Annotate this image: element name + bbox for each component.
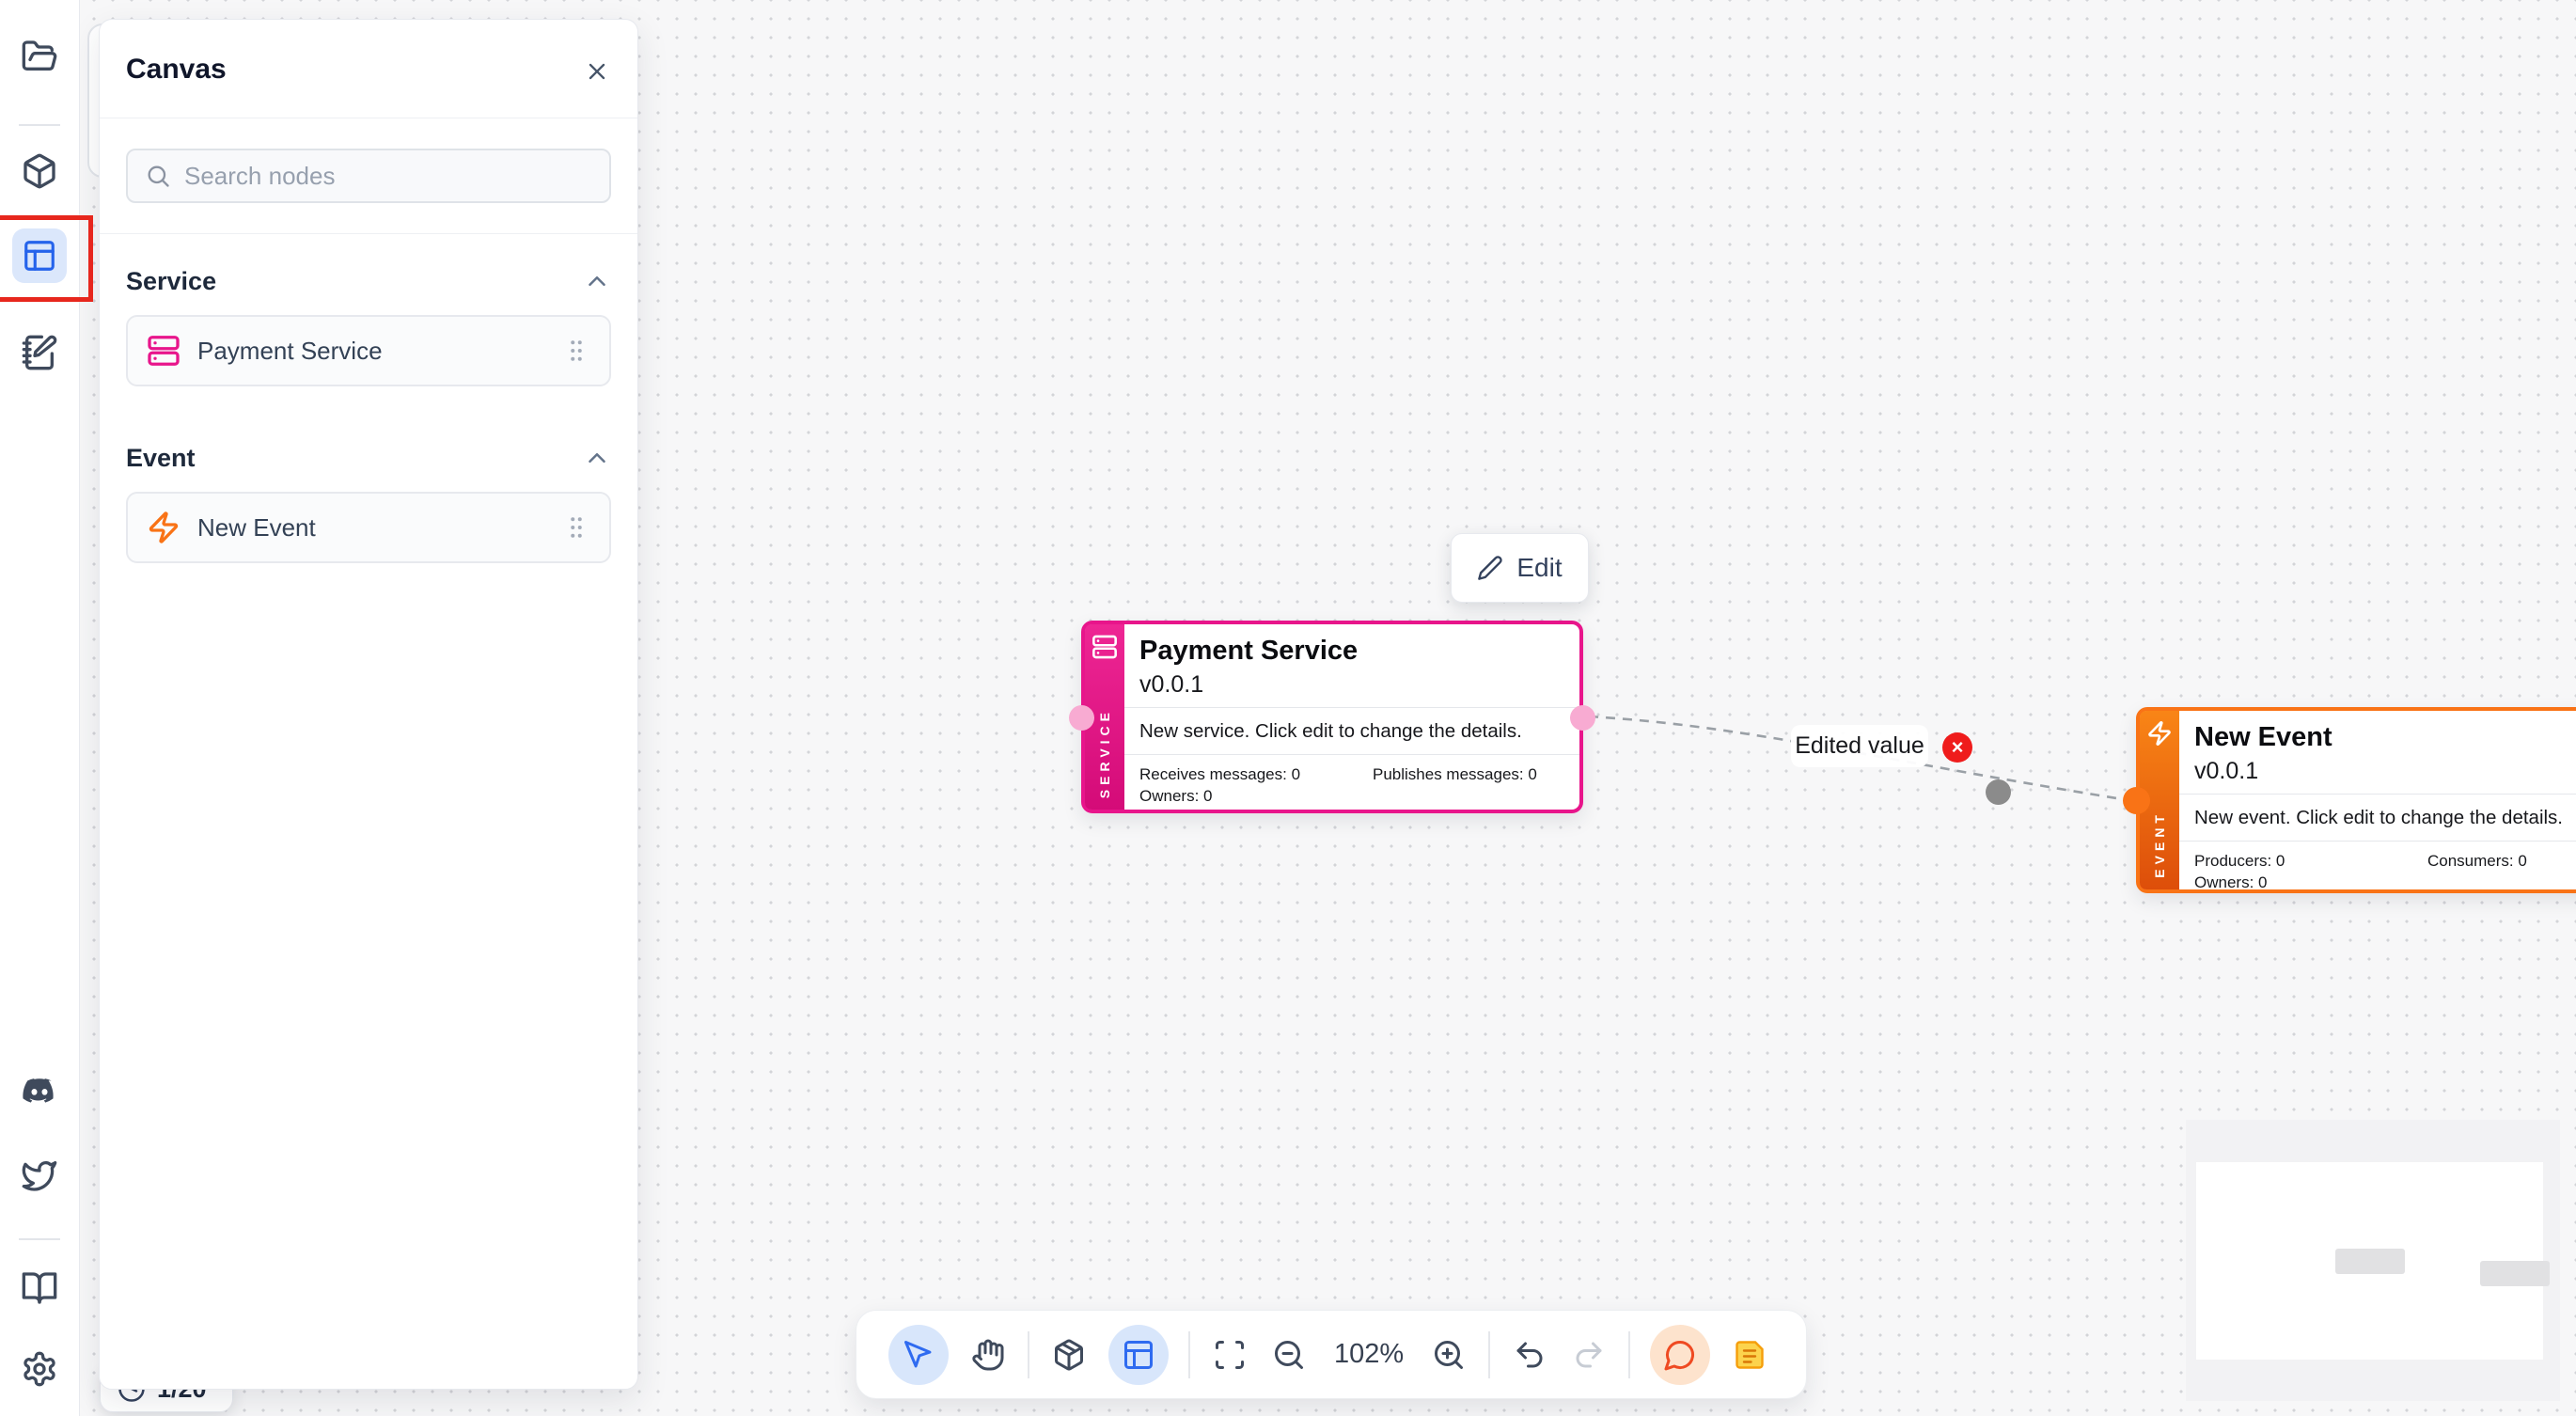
panel-title: Canvas [126, 54, 227, 86]
minimap-node [2335, 1249, 2405, 1274]
node-new-event[interactable]: EVENT New Event v0.0.1 New event. Click … [2136, 707, 2576, 893]
palette-item-label: Payment Service [197, 337, 545, 366]
minimap[interactable] [2186, 1120, 2560, 1401]
comments-button[interactable] [1650, 1325, 1710, 1385]
pan-hand-tool-button[interactable] [968, 1335, 1008, 1375]
zoom-in-button[interactable] [1429, 1335, 1469, 1375]
node-description: New service. Click edit to change the de… [1139, 720, 1522, 743]
package-icon[interactable] [16, 148, 63, 195]
node-stat: Producers: 0 [2194, 852, 2285, 871]
drag-handle-icon[interactable] [562, 513, 590, 542]
section-service: Service Payment Service [100, 262, 637, 411]
node-stat: Publishes messages: 0 [1373, 765, 1537, 784]
node-handle-left[interactable] [2123, 787, 2150, 814]
divider [19, 124, 60, 126]
palette-item-payment-service[interactable]: Payment Service [126, 315, 611, 386]
fit-view-button[interactable] [1210, 1335, 1249, 1375]
close-icon[interactable] [581, 55, 613, 87]
divider [1188, 1331, 1190, 1378]
search-input[interactable] [182, 161, 592, 192]
divider [2179, 841, 2576, 842]
divider [1124, 754, 1579, 755]
node-stat: Consumers: 0 [2427, 852, 2527, 871]
node-description: New event. Click edit to change the deta… [2194, 807, 2563, 829]
pointer-tool-button[interactable] [888, 1325, 949, 1385]
notebook-pen-icon[interactable] [16, 329, 63, 376]
edge-label[interactable]: Edited value [1791, 725, 1928, 767]
palette-item-new-event[interactable]: New Event [126, 492, 611, 563]
section-label: Event [126, 444, 196, 473]
node-title: New Event [2194, 722, 2333, 753]
icon-rail [0, 0, 80, 1416]
panel-header: Canvas [100, 20, 637, 118]
minimap-node [2480, 1261, 2550, 1286]
node-handle-right[interactable] [1570, 705, 1595, 731]
node-title: Payment Service [1139, 636, 1358, 667]
search-icon [145, 163, 171, 189]
node-handle-left[interactable] [1069, 705, 1094, 731]
pencil-icon [1477, 555, 1503, 581]
edge-control-point[interactable] [1986, 779, 2011, 805]
node-payment-service[interactable]: SERVICE Payment Service v0.0.1 New servi… [1081, 621, 1583, 813]
chevron-up-icon[interactable] [583, 267, 611, 295]
drag-handle-icon[interactable] [562, 337, 590, 365]
edit-button[interactable]: Edit [1451, 533, 1589, 603]
zap-icon [147, 511, 181, 544]
layout-panel-icon-active[interactable] [12, 228, 67, 283]
discord-icon[interactable] [16, 1067, 63, 1114]
layout-panel-view-button[interactable] [1108, 1325, 1169, 1385]
chevron-up-icon[interactable] [583, 444, 611, 472]
divider [19, 1238, 60, 1240]
undo-button[interactable] [1510, 1335, 1549, 1375]
node-version: v0.0.1 [1139, 671, 1203, 699]
canvas-panel: Canvas Service Payment Service Event New… [99, 19, 638, 1390]
package-view-button[interactable] [1049, 1335, 1089, 1375]
canvas-toolbar: 102% [856, 1310, 1807, 1399]
redo-button[interactable] [1569, 1335, 1609, 1375]
zoom-out-button[interactable] [1269, 1335, 1309, 1375]
edit-button-label: Edit [1516, 553, 1562, 583]
notes-button[interactable] [1730, 1335, 1769, 1375]
folder-open-icon[interactable] [16, 33, 63, 80]
section-event: Event New Event [100, 439, 637, 563]
divider [1028, 1331, 1029, 1378]
section-label: Service [126, 267, 216, 296]
server-icon [147, 334, 181, 368]
node-stat: Owners: 0 [1139, 787, 1212, 806]
server-icon [1092, 634, 1118, 660]
divider [1488, 1331, 1490, 1378]
search-box[interactable] [126, 149, 611, 203]
twitter-icon[interactable] [16, 1152, 63, 1199]
divider [100, 233, 637, 234]
divider [1628, 1331, 1630, 1378]
node-stat: Receives messages: 0 [1139, 765, 1300, 784]
service-band-label: SERVICE [1097, 708, 1112, 798]
divider [2179, 794, 2576, 795]
node-version: v0.0.1 [2194, 758, 2258, 785]
settings-gear-icon[interactable] [16, 1345, 63, 1392]
divider [1124, 707, 1579, 708]
book-open-icon[interactable] [16, 1265, 63, 1312]
palette-item-label: New Event [197, 513, 545, 543]
node-stat: Owners: 0 [2194, 873, 2267, 892]
zap-icon [2146, 720, 2173, 747]
edge-delete-button[interactable]: × [1942, 732, 1972, 763]
zoom-level-label: 102% [1328, 1339, 1409, 1370]
event-band-label: EVENT [2152, 810, 2167, 878]
